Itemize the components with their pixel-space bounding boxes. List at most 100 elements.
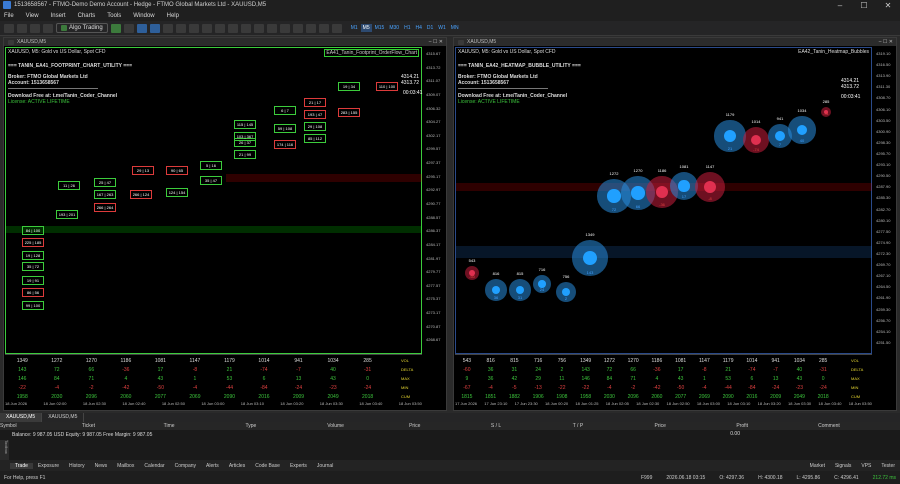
line-chart-icon[interactable]	[162, 23, 173, 33]
timeframe-w1[interactable]: W1	[436, 24, 448, 32]
menu-item-window[interactable]: Window	[133, 13, 154, 19]
indicators-icon[interactable]	[240, 23, 251, 33]
column-header[interactable]: Price	[655, 423, 737, 429]
grid-icon[interactable]	[201, 23, 212, 33]
timeframe-d1[interactable]: D1	[425, 24, 435, 32]
column-header[interactable]: Price	[409, 423, 491, 429]
shapes-icon[interactable]	[292, 23, 303, 33]
channel-icon[interactable]	[318, 23, 329, 33]
chart-tab[interactable]: XAUUSD,M5	[0, 413, 43, 422]
menu-item-insert[interactable]: Insert	[51, 13, 66, 19]
left-license: License: ACTIVE LIFETIME	[8, 99, 70, 105]
depth-icon[interactable]	[123, 23, 134, 33]
terminal-tab-trade[interactable]: Trade	[10, 462, 33, 469]
line-tool-icon[interactable]	[266, 23, 277, 33]
menu-item-view[interactable]: View	[26, 13, 39, 19]
zoom-in-icon[interactable]	[175, 23, 186, 33]
link-vps[interactable]: VPS	[856, 463, 876, 469]
terminal-tab-company[interactable]: Company	[170, 463, 201, 469]
terminal-tab-history[interactable]: History	[64, 463, 90, 469]
menu-item-file[interactable]: File	[4, 13, 14, 19]
stats-cell: 42	[511, 376, 518, 382]
time-tick: 18 Jun 02:40	[122, 401, 146, 406]
column-header[interactable]: Volume	[327, 423, 409, 429]
stats-cell: -84	[260, 385, 268, 391]
autoscroll-icon[interactable]	[214, 23, 225, 33]
right-divider	[458, 88, 548, 89]
terminal-tab-experts[interactable]: Experts	[285, 463, 312, 469]
market-watch-icon[interactable]	[30, 23, 40, 33]
link-market[interactable]: Market	[805, 463, 830, 469]
close-icon[interactable]: – ☐ ✕	[429, 39, 443, 45]
time-tick: 18 Jun 02:05	[605, 401, 629, 406]
column-header[interactable]: S / L	[491, 423, 573, 429]
terminal-tab-articles[interactable]: Articles	[224, 463, 250, 469]
profiles-icon[interactable]	[17, 23, 27, 33]
column-header[interactable]: T / P	[573, 423, 655, 429]
menu-item-help[interactable]: Help	[167, 13, 179, 19]
stats-cell: 2049	[793, 394, 805, 400]
column-header[interactable]: Symbol	[0, 423, 82, 429]
menu-item-tools[interactable]: Tools	[107, 13, 121, 19]
terminal-tab-journal[interactable]: Journal	[312, 463, 338, 469]
right-chart-window[interactable]: XAUUSD,M5 – ☐ ✕ XAUUSD, M5: Gold vs US Do…	[453, 37, 897, 411]
terminal-tab-code-base[interactable]: Code Base	[250, 463, 285, 469]
stats-row-cum: 1958 2030 2096 2060 2077 2069 2090 2016 2009 2049…	[5, 394, 385, 400]
navigator-icon[interactable]	[43, 23, 53, 33]
balance-row[interactable]: Balance: 9 987.05 USD Equity: 9 987.05 F…	[0, 430, 900, 440]
bubble-delta: -60	[469, 274, 475, 280]
timeframe-h1[interactable]: H1	[402, 24, 412, 32]
left-timer: 00:03:41	[403, 90, 423, 96]
text-tool-icon[interactable]	[279, 23, 290, 33]
close-icon[interactable]: ✕	[876, 1, 900, 10]
zoom-out-icon[interactable]	[188, 23, 199, 33]
terminal-tab-news[interactable]: News	[90, 463, 113, 469]
menu-item-charts[interactable]: Charts	[78, 13, 96, 19]
maximize-icon[interactable]: ☐	[852, 1, 876, 10]
column-header[interactable]: Profit	[736, 423, 818, 429]
column-header[interactable]: Time	[164, 423, 246, 429]
timeframe-m5[interactable]: M5	[360, 24, 372, 32]
timeframe-m1[interactable]: M1	[349, 24, 360, 32]
new-chart-icon[interactable]	[4, 23, 14, 33]
stats-cell: -7	[773, 367, 778, 373]
bubble-core	[750, 134, 762, 146]
stats-cell: 0	[821, 376, 825, 382]
column-header[interactable]: Comment	[818, 423, 900, 429]
price-tick: 4302.17	[426, 132, 441, 138]
timeframe-m15[interactable]: M15	[373, 24, 387, 32]
terminal-tab-mailbox[interactable]: Mailbox	[112, 463, 139, 469]
stats-cell: 285	[363, 358, 372, 364]
arrows-icon[interactable]	[331, 23, 342, 33]
column-header[interactable]: Ticket	[82, 423, 164, 429]
column-header[interactable]: Type	[245, 423, 327, 429]
price-tick: 4251.50	[876, 339, 891, 345]
price-tick: 4304.27	[426, 119, 441, 125]
terminal-tab-exposure[interactable]: Exposure	[33, 463, 64, 469]
close-icon[interactable]: – ☐ ✕	[879, 39, 893, 45]
timeframe-mn[interactable]: MN	[449, 24, 461, 32]
chart-tab[interactable]: XAUUSD,M5	[42, 413, 85, 422]
crosshair-icon[interactable]	[253, 23, 264, 33]
new-order-icon[interactable]	[110, 23, 121, 33]
left-util-title: === TANIN_EA41_FOOTPRINT_CHART_UTILITY =…	[8, 63, 133, 69]
footprint-cell: 174 | 116	[274, 140, 296, 149]
timeframe-m30[interactable]: M30	[387, 24, 401, 32]
bubble-core	[796, 124, 808, 136]
stats-cell: 17	[677, 367, 684, 373]
candle-chart-icon[interactable]	[149, 23, 160, 33]
stats-cell: -74	[260, 367, 268, 373]
stats-cell: 285	[818, 358, 828, 364]
minimize-icon[interactable]: –	[828, 1, 852, 10]
left-chart-window[interactable]: XAUUSD,M5 – ☐ ✕ XAUUSD, M5: Gold vs US Do…	[3, 37, 447, 411]
terminal-tab-alerts[interactable]: Alerts	[201, 463, 224, 469]
shift-icon[interactable]	[227, 23, 238, 33]
fibo-icon[interactable]	[305, 23, 316, 33]
timeframe-h4[interactable]: H4	[413, 24, 423, 32]
bar-chart-icon[interactable]	[136, 23, 147, 33]
link-signals[interactable]: Signals	[830, 463, 856, 469]
algo-trading-button[interactable]: Algo Trading	[56, 23, 108, 33]
terminal-tab-calendar[interactable]: Calendar	[139, 463, 169, 469]
link-tester[interactable]: Tester	[876, 463, 900, 469]
footprint-cell: 6 | 7	[274, 106, 296, 115]
